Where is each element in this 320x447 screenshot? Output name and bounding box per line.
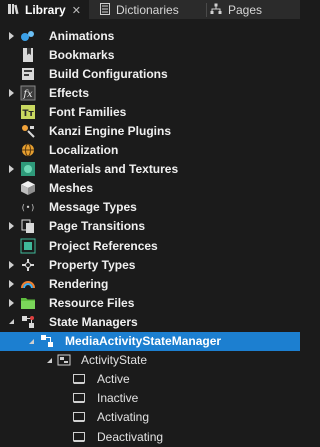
tab-bar: Library ✕ Dictionaries Pages <box>0 0 300 20</box>
svg-text:(•): (•) <box>21 203 35 212</box>
expand-arrow-icon[interactable] <box>6 260 16 270</box>
expand-arrow-icon[interactable] <box>6 221 16 231</box>
tab-pages[interactable]: Pages <box>210 0 262 20</box>
tree-item-font-families[interactable]: Tт Font Families <box>0 102 300 121</box>
animations-icon <box>20 28 36 44</box>
tree-item-label: Deactivating <box>97 429 164 444</box>
tree-item-animations[interactable]: Animations <box>0 26 300 45</box>
tree-item-state-activating[interactable]: Activating <box>0 408 300 427</box>
state-icon <box>71 429 87 445</box>
meshes-icon <box>20 180 36 196</box>
tree-item-label: MediaActivityStateManager <box>65 334 222 349</box>
tree-item-label: Materials and Textures <box>49 162 179 177</box>
tree-item-label: State Managers <box>49 314 138 329</box>
close-icon[interactable]: ✕ <box>72 4 81 17</box>
tree-item-label: Property Types <box>49 257 136 272</box>
collapse-arrow-icon[interactable] <box>6 317 16 327</box>
tree-item-label: ActivityState <box>81 353 148 368</box>
tree-item-label: Build Configurations <box>49 66 168 81</box>
tree-item-label: Rendering <box>49 276 109 291</box>
tree-item-bookmarks[interactable]: Bookmarks <box>0 45 300 64</box>
rendering-icon <box>20 276 36 292</box>
library-tree: Animations Bookmarks Build Configuration… <box>0 26 300 446</box>
tab-pages-label: Pages <box>228 3 263 17</box>
library-icon <box>7 3 19 18</box>
svg-text:fx: fx <box>22 89 33 100</box>
tree-item-label: Active <box>97 372 130 387</box>
state-icon <box>71 409 87 425</box>
dictionaries-icon <box>100 2 110 18</box>
folder-icon <box>20 295 36 311</box>
state-group-icon <box>56 352 72 368</box>
page-transitions-icon <box>20 218 36 234</box>
localization-icon <box>20 142 36 158</box>
tree-item-state-active[interactable]: Active <box>0 370 300 389</box>
svg-text:Tт: Tт <box>22 109 34 119</box>
tree-item-materials-and-textures[interactable]: Materials and Textures <box>0 160 300 179</box>
bookmarks-icon <box>20 47 36 63</box>
message-types-icon: (•) <box>20 199 36 215</box>
tab-dictionaries[interactable]: Dictionaries <box>100 0 179 20</box>
build-configurations-icon <box>20 66 36 82</box>
tree-item-page-transitions[interactable]: Page Transitions <box>0 217 300 236</box>
tree-item-label: Kanzi Engine Plugins <box>49 124 172 139</box>
tree-item-label: Meshes <box>49 181 94 196</box>
state-managers-icon <box>20 314 36 330</box>
tree-item-message-types[interactable]: (•) Message Types <box>0 198 300 217</box>
collapse-arrow-icon[interactable] <box>26 336 36 346</box>
tree-item-project-references[interactable]: Project References <box>0 236 300 255</box>
tree-item-label: Bookmarks <box>49 47 115 62</box>
tree-item-rendering[interactable]: Rendering <box>0 274 300 293</box>
tree-item-effects[interactable]: fx Effects <box>0 83 300 102</box>
property-types-icon <box>20 257 36 273</box>
state-icon <box>71 371 87 387</box>
tree-item-media-activity-state-manager[interactable]: MediaActivityStateManager <box>0 331 300 351</box>
tab-divider <box>206 3 207 17</box>
expand-arrow-icon[interactable] <box>6 298 16 308</box>
tree-item-meshes[interactable]: Meshes <box>0 179 300 198</box>
tree-item-resource-files[interactable]: Resource Files <box>0 293 300 312</box>
tree-item-build-configurations[interactable]: Build Configurations <box>0 64 300 83</box>
tree-item-label: Activating <box>97 410 150 425</box>
effects-icon: fx <box>20 85 36 101</box>
tab-library-label: Library <box>25 3 66 17</box>
tree-item-label: Effects <box>49 85 90 100</box>
tree-item-label: Font Families <box>49 104 127 119</box>
tab-dictionaries-label: Dictionaries <box>116 3 179 17</box>
tree-item-label: Localization <box>49 143 119 158</box>
tree-item-property-types[interactable]: Property Types <box>0 255 300 274</box>
tree-item-state-deactivating[interactable]: Deactivating <box>0 427 300 446</box>
tree-item-localization[interactable]: Localization <box>0 141 300 160</box>
tree-item-kanzi-engine-plugins[interactable]: Kanzi Engine Plugins <box>0 121 300 140</box>
tree-item-label: Inactive <box>97 391 139 406</box>
tree-item-label: Project References <box>49 238 158 253</box>
expand-arrow-icon[interactable] <box>6 279 16 289</box>
tree-item-label: Message Types <box>49 200 137 215</box>
collapse-arrow-icon[interactable] <box>44 355 54 365</box>
tab-library[interactable]: Library ✕ <box>0 0 89 20</box>
font-families-icon: Tт <box>20 104 36 120</box>
project-references-icon <box>20 238 36 254</box>
state-manager-icon <box>39 333 55 349</box>
tree-item-label: Animations <box>49 28 115 43</box>
tree-item-state-inactive[interactable]: Inactive <box>0 389 300 408</box>
tree-item-state-managers[interactable]: State Managers <box>0 312 300 331</box>
tree-item-label: Page Transitions <box>49 219 146 234</box>
materials-icon <box>20 161 36 177</box>
tree-item-label: Resource Files <box>49 295 135 310</box>
expand-arrow-icon[interactable] <box>6 164 16 174</box>
pages-icon <box>210 3 222 18</box>
plugins-icon <box>20 123 36 139</box>
tree-item-activity-state[interactable]: ActivityState <box>0 351 300 370</box>
expand-arrow-icon[interactable] <box>6 88 16 98</box>
expand-arrow-icon[interactable] <box>6 31 16 41</box>
state-icon <box>71 390 87 406</box>
